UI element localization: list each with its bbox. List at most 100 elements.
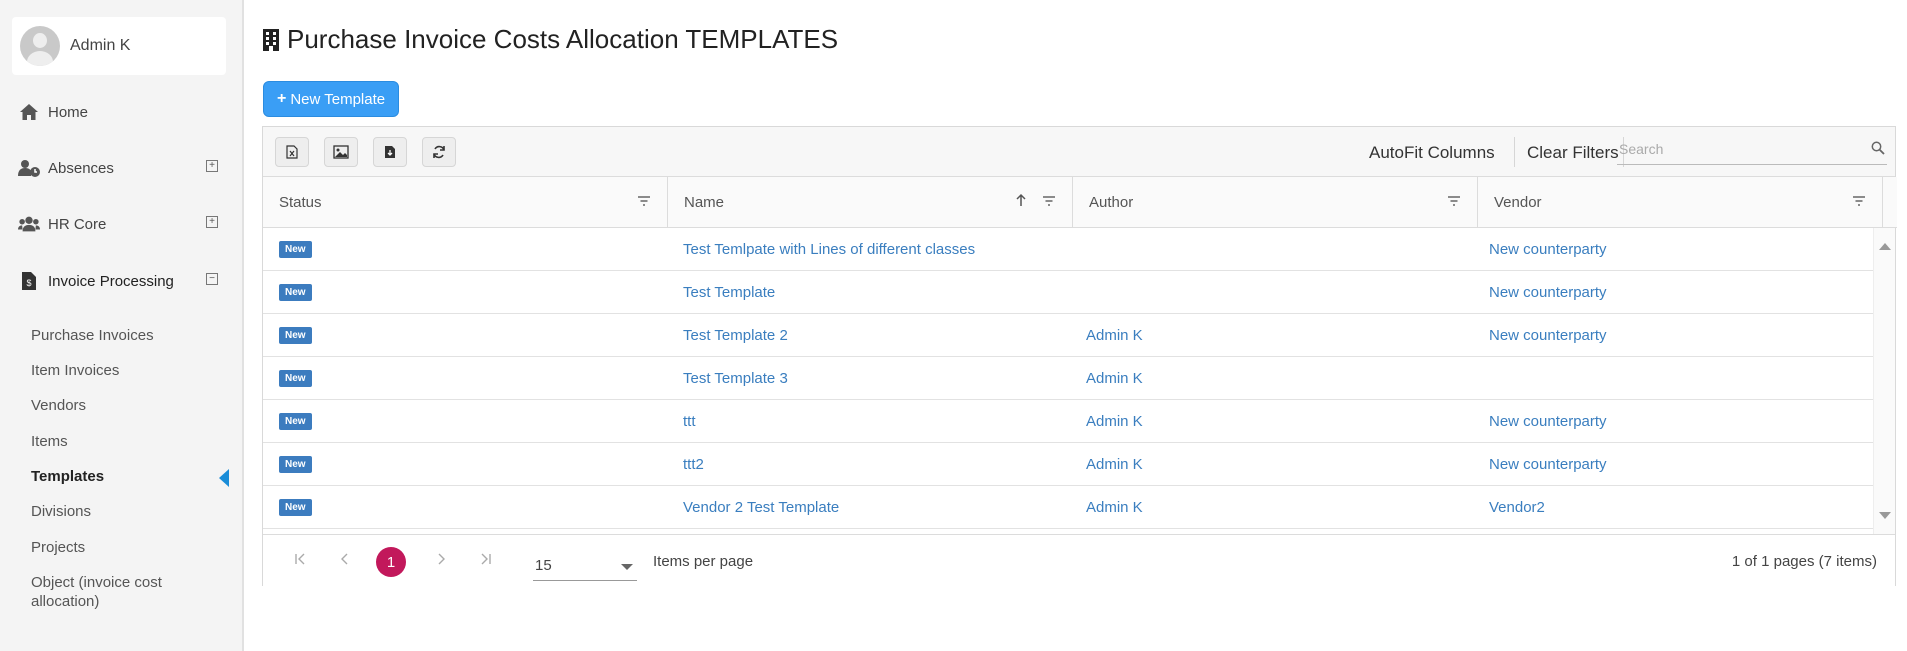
- nav-home[interactable]: Home: [18, 98, 228, 126]
- status-cell: New: [279, 271, 312, 314]
- table-row[interactable]: New ttt Admin K New counterparty: [263, 400, 1875, 443]
- grid-header: Status Name Author Vendor: [263, 177, 1897, 228]
- author-link[interactable]: Admin K: [1086, 327, 1143, 344]
- refresh-icon: [433, 145, 445, 159]
- status-badge: New: [279, 499, 312, 516]
- file-export-icon: [385, 146, 395, 158]
- avatar: [20, 26, 60, 66]
- scroll-up-icon[interactable]: [1879, 243, 1891, 250]
- vendor-link[interactable]: New counterparty: [1489, 241, 1607, 258]
- status-badge: New: [279, 241, 312, 258]
- grid-toolbar: AutoFit Columns Clear Filters: [263, 127, 1895, 177]
- filter-icon[interactable]: [1042, 195, 1056, 207]
- status-badge: New: [279, 370, 312, 387]
- sort-ascending-icon[interactable]: [1016, 193, 1026, 207]
- vertical-scrollbar[interactable]: [1873, 228, 1895, 534]
- vendor-link[interactable]: Vendor2: [1489, 499, 1545, 516]
- sidebar-item-purchase-invoices[interactable]: Purchase Invoices: [31, 327, 154, 344]
- vendor-cell: New counterparty: [1489, 314, 1607, 357]
- sidebar-item-vendors[interactable]: Vendors: [31, 397, 86, 414]
- autofit-columns-button[interactable]: AutoFit Columns: [1369, 143, 1495, 163]
- template-name-link[interactable]: Test Template 2: [683, 327, 788, 344]
- author-link[interactable]: Admin K: [1086, 456, 1143, 473]
- last-page-button[interactable]: [476, 551, 496, 571]
- name-cell: ttt2: [683, 443, 704, 486]
- nav-home-label: Home: [48, 103, 89, 121]
- svg-text:$: $: [26, 278, 31, 288]
- vendor-cell: New counterparty: [1489, 228, 1607, 271]
- toolbar-divider: [1514, 137, 1515, 167]
- filter-icon[interactable]: [637, 195, 651, 207]
- column-header-name[interactable]: Name: [668, 177, 1073, 227]
- template-name-link[interactable]: Test Temlpate with Lines of different cl…: [683, 241, 975, 258]
- clear-filters-button[interactable]: Clear Filters: [1527, 143, 1619, 163]
- export-image-button[interactable]: [324, 137, 358, 167]
- column-header-vendor[interactable]: Vendor: [1478, 177, 1883, 227]
- table-row[interactable]: New Test Template 3 Admin K: [263, 357, 1875, 400]
- vendor-link[interactable]: New counterparty: [1489, 413, 1607, 430]
- status-cell: New: [279, 314, 312, 357]
- expand-icon[interactable]: +: [206, 216, 218, 228]
- items-per-page-label: Items per page: [653, 553, 754, 570]
- column-header-label: Name: [684, 193, 725, 211]
- status-badge: New: [279, 456, 312, 473]
- prev-page-button[interactable]: [335, 551, 355, 571]
- sidebar-item-divisions[interactable]: Divisions: [31, 503, 91, 520]
- table-row[interactable]: New Vendor 2 Test Template Admin K Vendo…: [263, 486, 1875, 529]
- table-row[interactable]: New Test Temlpate with Lines of differen…: [263, 228, 1875, 271]
- sidebar-item-item-invoices[interactable]: Item Invoices: [31, 362, 119, 379]
- author-cell: Admin K: [1086, 400, 1143, 443]
- sidebar-item-object-line1[interactable]: Object (invoice cost: [31, 574, 162, 591]
- vendor-link[interactable]: New counterparty: [1489, 327, 1607, 344]
- users-icon: [18, 214, 40, 234]
- nav-hr-core-label: HR Core: [48, 215, 107, 233]
- next-page-button[interactable]: [431, 551, 451, 571]
- table-row[interactable]: New Test Template New counterparty: [263, 271, 1875, 314]
- nav-invoice-processing-label: Invoice Processing: [48, 272, 174, 290]
- column-header-label: Vendor: [1494, 193, 1542, 211]
- template-name-link[interactable]: ttt: [683, 413, 696, 430]
- scroll-down-icon[interactable]: [1879, 512, 1891, 519]
- search-icon[interactable]: [1871, 141, 1885, 155]
- filter-icon[interactable]: [1852, 195, 1866, 207]
- user-card[interactable]: Admin K: [12, 17, 226, 75]
- last-page-icon: [481, 553, 491, 565]
- export-file-button[interactable]: [373, 137, 407, 167]
- status-cell: New: [279, 400, 312, 443]
- column-header-author[interactable]: Author: [1073, 177, 1478, 227]
- author-link[interactable]: Admin K: [1086, 499, 1143, 516]
- sidebar-item-items[interactable]: Items: [31, 433, 68, 450]
- new-template-button[interactable]: + New Template: [263, 81, 400, 117]
- nav-absences[interactable]: Absences +: [18, 154, 228, 182]
- templates-grid: AutoFit Columns Clear Filters Status Nam…: [262, 126, 1897, 586]
- export-excel-button[interactable]: [275, 137, 309, 167]
- author-link[interactable]: Admin K: [1086, 370, 1143, 387]
- nav-invoice-processing[interactable]: $ Invoice Processing −: [18, 267, 228, 295]
- expand-icon[interactable]: +: [206, 160, 218, 172]
- refresh-button[interactable]: [422, 137, 456, 167]
- building-icon: [263, 28, 279, 51]
- table-row[interactable]: New Test Template 2 Admin K New counterp…: [263, 314, 1875, 357]
- vendor-link[interactable]: New counterparty: [1489, 284, 1607, 301]
- collapse-icon[interactable]: −: [206, 273, 218, 285]
- user-name: Admin K: [70, 37, 131, 54]
- nav-hr-core[interactable]: HR Core +: [18, 210, 228, 238]
- sidebar-item-templates[interactable]: Templates: [31, 468, 104, 485]
- table-row[interactable]: New ttt2 Admin K New counterparty: [263, 443, 1875, 486]
- sidebar-item-object-line2[interactable]: allocation): [31, 593, 99, 610]
- column-header-status[interactable]: Status: [263, 177, 668, 227]
- author-link[interactable]: Admin K: [1086, 413, 1143, 430]
- filter-icon[interactable]: [1447, 195, 1461, 207]
- search-input[interactable]: [1617, 135, 1857, 163]
- template-name-link[interactable]: Test Template: [683, 284, 775, 301]
- sidebar-item-projects[interactable]: Projects: [31, 539, 85, 556]
- template-name-link[interactable]: Vendor 2 Test Template: [683, 499, 839, 516]
- template-name-link[interactable]: ttt2: [683, 456, 704, 473]
- page-size-select[interactable]: 15: [533, 549, 637, 581]
- first-page-button[interactable]: [290, 551, 310, 571]
- template-name-link[interactable]: Test Template 3: [683, 370, 788, 387]
- vendor-link[interactable]: New counterparty: [1489, 456, 1607, 473]
- current-page-button[interactable]: 1: [376, 547, 406, 577]
- author-cell: Admin K: [1086, 357, 1143, 400]
- status-cell: New: [279, 228, 312, 271]
